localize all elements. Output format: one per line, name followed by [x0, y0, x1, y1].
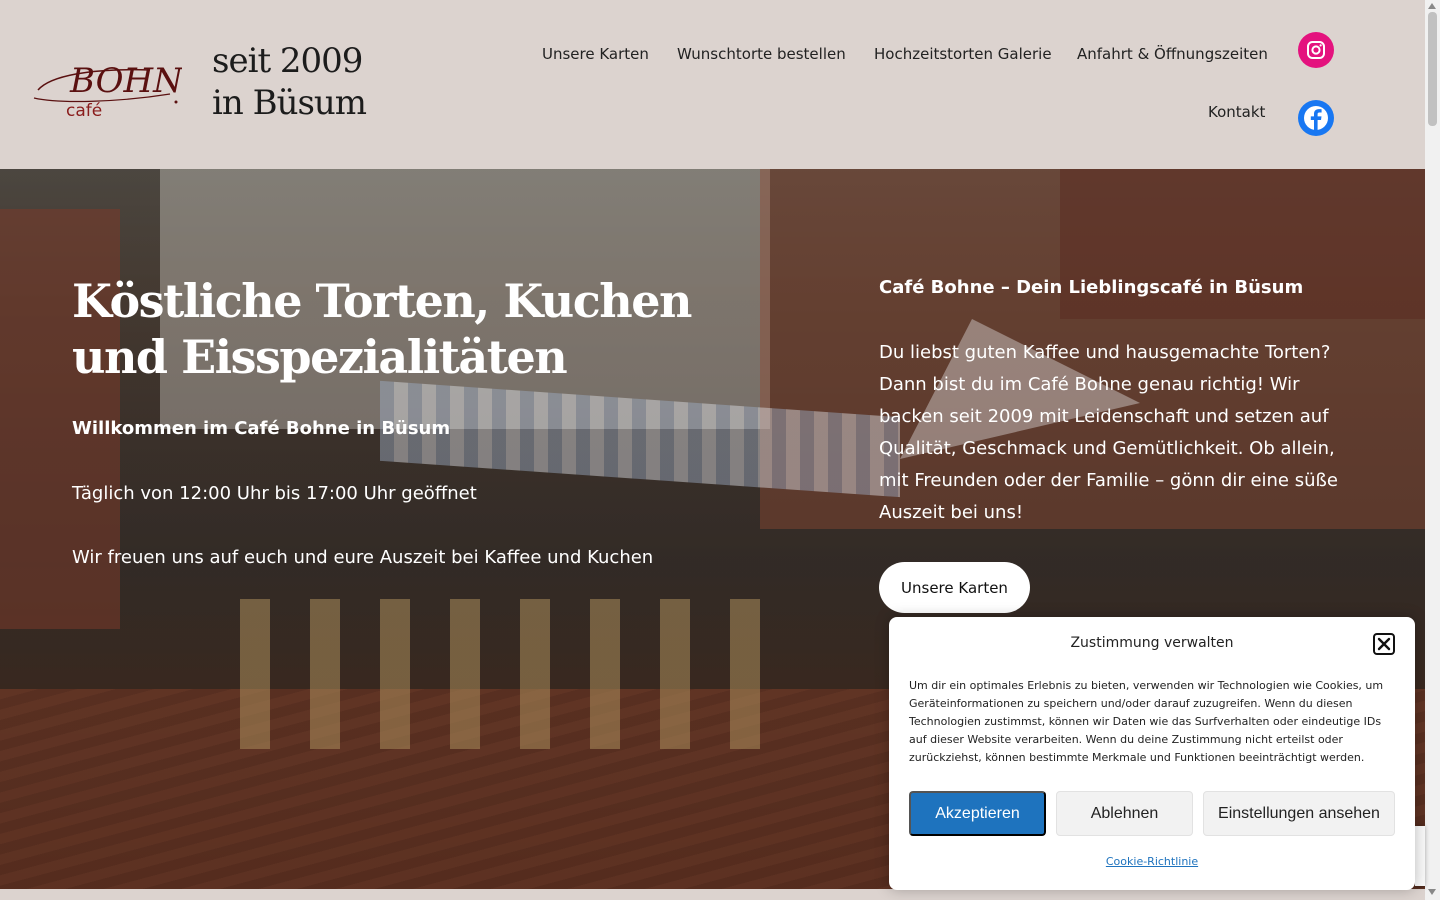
- nav-unsere-karten[interactable]: Unsere Karten: [542, 45, 649, 63]
- nav-anfahrt-oeffnungszeiten[interactable]: Anfahrt & Öffnungszeiten: [1077, 45, 1268, 63]
- page-scrollbar[interactable]: [1425, 0, 1440, 900]
- intro-heading: Café Bohne – Dein Lieblingscafé in Büsum: [879, 277, 1304, 298]
- cookie-dialog-text: Um dir ein optimales Erlebnis zu bieten,…: [909, 679, 1384, 764]
- opening-hours: Täglich von 12:00 Uhr bis 17:00 Uhr geöf…: [72, 483, 477, 504]
- cookie-consent-dialog: Zustimmung verwalten Um dir ein optimale…: [889, 617, 1415, 890]
- nav-kontakt[interactable]: Kontakt: [1208, 103, 1265, 121]
- cookie-dialog-title: Zustimmung verwalten: [1070, 635, 1234, 651]
- page-bottom-strip: [0, 889, 1425, 900]
- hero-photo-chairs: [240, 599, 760, 749]
- logo-subtext: café: [66, 101, 102, 121]
- instagram-icon: [1307, 41, 1325, 59]
- tagline-line-2: in Büsum: [212, 83, 367, 123]
- intro-text: Du liebst guten Kaffee und hausgemachte …: [879, 342, 1338, 523]
- instagram-link[interactable]: [1298, 32, 1334, 68]
- cookie-preferences-button[interactable]: Einstellungen ansehen: [1203, 791, 1395, 836]
- header-tagline: seit 2009 in Büsum: [212, 40, 367, 124]
- cookie-policy-link[interactable]: Cookie-Richtlinie: [889, 855, 1395, 868]
- hero-title-line-1: Köstliche Torten, Kuchen: [72, 274, 692, 328]
- nav-wunschtorte-bestellen[interactable]: Wunschtorte bestellen: [677, 45, 846, 63]
- facebook-icon: [1304, 106, 1328, 130]
- cookie-close-button[interactable]: [1373, 633, 1395, 655]
- cookie-deny-button[interactable]: Ablehnen: [1056, 791, 1193, 836]
- cafe-bohne-logo[interactable]: BOHNE café: [30, 46, 182, 122]
- facebook-link[interactable]: [1298, 100, 1334, 136]
- hero-title: Köstliche Torten, Kuchen und Eisspeziali…: [72, 273, 692, 385]
- hero-title-line-2: und Eisspezialitäten: [72, 330, 568, 384]
- tagline-line-1: seit 2009: [212, 41, 363, 81]
- recaptcha-badge[interactable]: [1415, 826, 1425, 886]
- scroll-up-arrow-icon[interactable]: [1428, 3, 1436, 9]
- logo-wordmark: BOHNE: [69, 61, 182, 101]
- nav-hochzeitstorten-galerie[interactable]: Hochzeitstorten Galerie: [874, 45, 1052, 63]
- scrollbar-thumb[interactable]: [1428, 12, 1437, 126]
- cookie-accept-button[interactable]: Akzeptieren: [909, 791, 1046, 836]
- close-icon: [1377, 637, 1391, 651]
- unsere-karten-button[interactable]: Unsere Karten: [879, 562, 1030, 613]
- hero-subtitle: Willkommen im Café Bohne in Büsum: [72, 418, 451, 439]
- scroll-down-arrow-icon[interactable]: [1428, 889, 1436, 895]
- site-header: BOHNE café seit 2009 in Büsum Unsere Kar…: [0, 0, 1425, 169]
- welcome-text: Wir freuen uns auf euch und eure Auszeit…: [72, 547, 654, 568]
